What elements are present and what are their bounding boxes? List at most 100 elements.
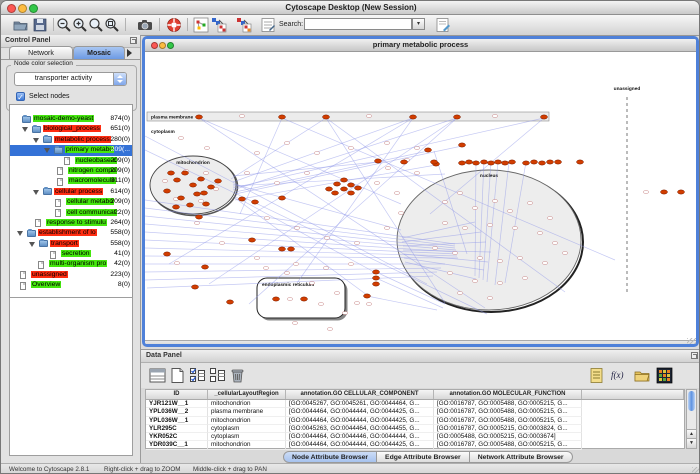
gene-node[interactable] xyxy=(462,227,468,230)
selected-gene-node[interactable] xyxy=(173,205,180,209)
gene-node[interactable] xyxy=(512,227,518,230)
gene-node[interactable] xyxy=(398,212,404,215)
tree-row-nitrogen-compo[interactable]: nitrogen compo209(0) xyxy=(10,166,132,176)
tree-row-macromolecule[interactable]: macromolecule311(0) xyxy=(10,176,132,186)
tree-row-transport[interactable]: transport558(0) xyxy=(10,239,132,249)
gene-node[interactable] xyxy=(327,328,333,331)
table-cell[interactable]: mitochondrion xyxy=(208,441,286,449)
gene-node[interactable] xyxy=(287,298,293,301)
scroll-down-icon[interactable]: ▼ xyxy=(687,438,696,448)
tree-row-overview[interactable]: Overview8(0) xyxy=(10,280,132,290)
selected-gene-node[interactable] xyxy=(341,178,348,182)
selected-gene-node[interactable] xyxy=(488,161,495,165)
selected-gene-node[interactable] xyxy=(164,252,171,256)
tree-label[interactable]: transport xyxy=(50,240,79,247)
selected-gene-node[interactable] xyxy=(454,115,461,119)
tree-label[interactable]: macromolecule xyxy=(68,177,116,184)
selected-gene-node[interactable] xyxy=(192,285,199,289)
gene-node[interactable] xyxy=(477,257,483,260)
table-cell[interactable]: [GO:0016787, GO:0005488, GO:0005215, G..… xyxy=(434,417,582,425)
gene-node[interactable] xyxy=(517,257,523,260)
vizmap-legend-icon[interactable] xyxy=(260,17,276,33)
gene-node[interactable] xyxy=(487,297,493,300)
table-cell[interactable]: YLR295C xyxy=(146,425,208,433)
save-icon[interactable] xyxy=(32,17,48,33)
formula-builder-icon[interactable]: f(x) xyxy=(611,367,628,384)
tree-label[interactable]: cellular metabo xyxy=(66,198,114,205)
selected-gene-node[interactable] xyxy=(187,203,194,207)
table-cell[interactable]: [GO:0016787, GO:0005215, GO:0003824, G..… xyxy=(434,425,582,433)
selected-gene-node[interactable] xyxy=(239,197,246,201)
zoom-out-icon[interactable] xyxy=(56,17,72,33)
selected-gene-node[interactable] xyxy=(201,191,208,195)
gene-node[interactable] xyxy=(198,200,204,203)
tree-label[interactable]: response to stimulu xyxy=(46,219,107,226)
gene-node[interactable] xyxy=(354,242,360,245)
table-cell[interactable]: plasma membrane xyxy=(208,408,286,416)
gene-node[interactable] xyxy=(314,152,320,155)
selected-gene-node[interactable] xyxy=(473,161,480,165)
gene-node[interactable] xyxy=(562,252,568,255)
gene-node[interactable] xyxy=(542,262,548,265)
selected-gene-node[interactable] xyxy=(495,160,502,164)
selected-gene-node[interactable] xyxy=(198,177,205,181)
gene-node[interactable] xyxy=(304,172,310,175)
tab-network[interactable]: Network xyxy=(9,46,73,59)
table-cell[interactable]: [GO:0044464, GO:0044444, GO:0044425, G..… xyxy=(286,441,434,449)
selected-gene-node[interactable] xyxy=(348,183,355,187)
selected-gene-node[interactable] xyxy=(326,187,333,191)
selected-gene-node[interactable] xyxy=(502,161,509,165)
tree-row-mosaic-demo-yeast[interactable]: mosaic-demo-yeast874(0) xyxy=(10,114,132,124)
gene-node[interactable] xyxy=(334,292,340,295)
gene-node[interactable] xyxy=(309,282,315,285)
gene-node[interactable] xyxy=(194,222,200,225)
network-view-window[interactable]: primary metabolic process plasma membran… xyxy=(142,36,699,347)
selected-gene-node[interactable] xyxy=(168,171,175,175)
gene-node[interactable] xyxy=(323,267,329,270)
tree-row-primary-metabo[interactable]: primary metabo209(... xyxy=(10,145,132,155)
table-cell[interactable]: [GO:0044464, GO:0044444, GO:0044425, G..… xyxy=(286,408,434,416)
network-overview-icon[interactable] xyxy=(193,17,209,33)
table-row[interactable]: YJR121W__1mitochondrion[GO:0045267, GO:0… xyxy=(146,400,684,408)
selected-gene-node[interactable] xyxy=(523,161,530,165)
gene-node[interactable] xyxy=(284,142,290,145)
tree-label[interactable]: metabolic process xyxy=(54,136,111,143)
tree-label[interactable]: cellular process xyxy=(54,188,103,195)
table-cell[interactable]: cytoplasm xyxy=(208,433,286,441)
selected-gene-node[interactable] xyxy=(203,202,210,206)
search-config-icon[interactable] xyxy=(435,17,451,33)
app-titlebar[interactable]: Cytoscape Desktop (New Session) xyxy=(1,1,700,15)
selected-gene-node[interactable] xyxy=(182,171,189,175)
attribute-table-rows[interactable]: YJR121W__1mitochondrion[GO:0045267, GO:0… xyxy=(146,400,684,450)
selected-gene-node[interactable] xyxy=(252,200,259,204)
gene-node[interactable] xyxy=(274,182,280,185)
gene-node[interactable] xyxy=(492,200,498,203)
gene-node[interactable] xyxy=(324,237,330,240)
selected-gene-node[interactable] xyxy=(164,189,171,193)
gene-node[interactable] xyxy=(239,115,245,118)
import-attributes-icon[interactable] xyxy=(588,367,605,384)
open-attribute-file-icon[interactable] xyxy=(634,367,651,384)
selected-gene-node[interactable] xyxy=(373,276,380,280)
table-row[interactable]: YDR039C__1mitochondrion[GO:0044464, GO:0… xyxy=(146,441,684,449)
selected-gene-node[interactable] xyxy=(431,160,438,164)
table-scrollbar[interactable]: ▲ ▼ xyxy=(686,389,697,449)
gene-node[interactable] xyxy=(264,217,270,220)
disclosure-triangle-icon[interactable] xyxy=(29,242,35,247)
tree-row-multi-organism-pro[interactable]: multi-organism pro42(0) xyxy=(10,259,132,269)
selected-gene-node[interactable] xyxy=(301,297,308,301)
edge[interactable] xyxy=(367,296,437,310)
selected-gene-node[interactable] xyxy=(215,179,222,183)
gene-node[interactable] xyxy=(366,115,372,118)
disclosure-triangle-icon[interactable] xyxy=(33,190,39,195)
selected-gene-node[interactable] xyxy=(355,186,362,190)
edge[interactable] xyxy=(233,118,413,182)
table-cell[interactable]: [GO:0044464, GO:0044444, GO:0044425, G..… xyxy=(286,417,434,425)
tree-row-metabolic-process[interactable]: metabolic process280(0) xyxy=(10,135,132,145)
tree-row-response-to-stimulu[interactable]: response to stimulu264(0) xyxy=(10,218,132,228)
gene-node[interactable] xyxy=(292,322,298,325)
selected-gene-node[interactable] xyxy=(425,148,432,152)
tree-row-unassigned[interactable]: unassigned223(0) xyxy=(10,270,132,280)
tree-row-biological-process[interactable]: biological_process651(0) xyxy=(10,124,132,134)
gene-node[interactable] xyxy=(492,115,498,118)
